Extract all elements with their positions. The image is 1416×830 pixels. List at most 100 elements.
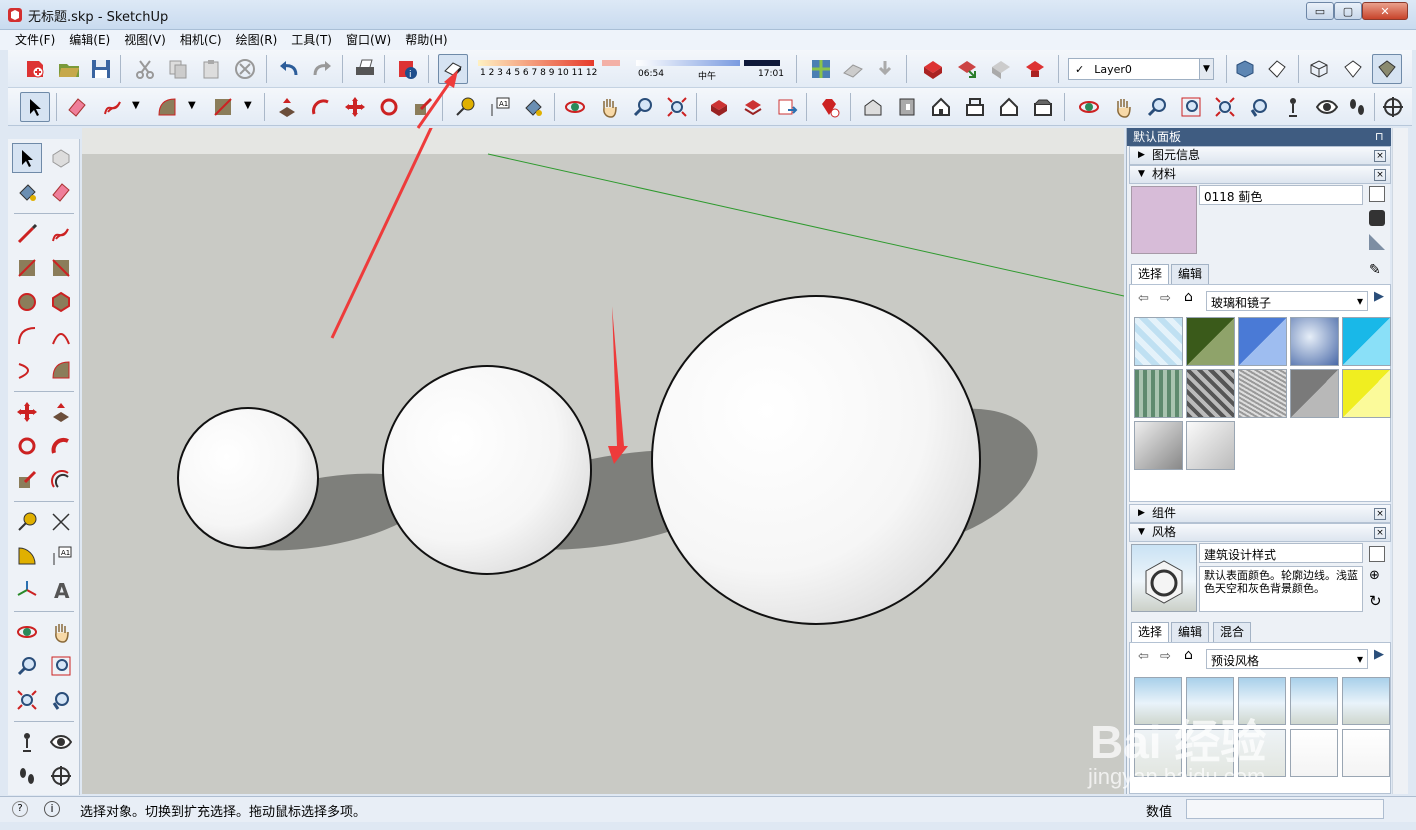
style-thumbnail[interactable] xyxy=(1342,729,1390,777)
style-thumbnail[interactable] xyxy=(1290,677,1338,725)
style-thumbnail[interactable] xyxy=(1342,677,1390,725)
cut-button[interactable] xyxy=(130,54,160,84)
style-thumbnail[interactable] xyxy=(1290,729,1338,777)
top-house-view-button[interactable] xyxy=(960,92,990,122)
top-view-button[interactable] xyxy=(1262,54,1292,84)
pan-tool-button[interactable] xyxy=(594,92,624,122)
menu-edit[interactable]: 编辑(E) xyxy=(62,30,117,50)
details-arrow-icon[interactable]: ▶ xyxy=(1374,289,1384,304)
paste-button[interactable] xyxy=(196,54,226,84)
forward-arrow-icon[interactable]: ⇨ xyxy=(1160,649,1171,664)
back-arrow-icon[interactable]: ⇦ xyxy=(1138,649,1149,664)
tab-styles-select[interactable]: 选择 xyxy=(1131,622,1170,642)
geo-status-icon[interactable]: ? xyxy=(12,801,28,817)
zoom-extents-button[interactable] xyxy=(12,685,42,715)
material-swatch[interactable] xyxy=(1186,369,1235,418)
walk-button[interactable] xyxy=(12,761,42,791)
line-tool-button[interactable] xyxy=(12,219,42,249)
text-tool-button[interactable]: A1 xyxy=(46,541,76,571)
arc-tool-button[interactable] xyxy=(12,321,42,351)
paint-bucket-tool-button[interactable] xyxy=(518,92,548,122)
print-button[interactable] xyxy=(350,54,380,84)
forward-arrow-icon[interactable]: ⇨ xyxy=(1160,291,1171,306)
menu-window[interactable]: 窗口(W) xyxy=(339,30,398,50)
eraser-tool-button[interactable] xyxy=(46,177,76,207)
sphere-small[interactable] xyxy=(177,407,319,549)
geo-location-button[interactable] xyxy=(806,54,836,84)
rotate-tool-button[interactable] xyxy=(374,92,404,122)
section-plane-button[interactable] xyxy=(1378,92,1408,122)
pan-tool-2-button[interactable] xyxy=(1108,92,1138,122)
look-around-button[interactable] xyxy=(46,727,76,757)
add-location-button[interactable] xyxy=(870,54,900,84)
warehouse-models-button[interactable] xyxy=(704,92,734,122)
default-material-icon[interactable] xyxy=(1367,232,1387,252)
rotate-tool-button[interactable] xyxy=(12,431,42,461)
tape-measure-tool-button[interactable] xyxy=(12,507,42,537)
maximize-button[interactable]: ▢ xyxy=(1334,2,1362,20)
model-info-button[interactable]: i xyxy=(392,54,422,84)
position-camera-button[interactable] xyxy=(12,727,42,757)
open-button[interactable] xyxy=(54,54,84,84)
right-view-button[interactable] xyxy=(892,92,922,122)
style-name-field[interactable]: 建筑设计样式 xyxy=(1199,543,1363,563)
arc-tool-button[interactable] xyxy=(152,92,182,122)
new-file-button[interactable] xyxy=(20,54,50,84)
back-arrow-icon[interactable]: ⇦ xyxy=(1138,291,1149,306)
material-swatch[interactable] xyxy=(1134,421,1183,470)
select-tool-button[interactable] xyxy=(12,143,42,173)
menu-view[interactable]: 视图(V) xyxy=(117,30,173,50)
warehouse-get-button[interactable] xyxy=(918,54,948,84)
eraser-tool-button[interactable] xyxy=(62,92,92,122)
offset-tool-button[interactable] xyxy=(46,465,76,495)
refresh-icon[interactable]: ↻ xyxy=(1369,592,1382,610)
materials-tray[interactable]: ▼ 材料 × xyxy=(1129,165,1391,184)
material-library-select[interactable]: 玻璃和镜子 ▾ xyxy=(1206,291,1368,311)
toggle-terrain-button[interactable] xyxy=(838,54,868,84)
previous-view-button[interactable] xyxy=(1244,92,1274,122)
tab-styles-edit[interactable]: 编辑 xyxy=(1171,622,1210,642)
sphere-large[interactable] xyxy=(651,295,981,625)
month-slider[interactable]: 1 2 3 4 5 6 7 8 9 10 11 12 xyxy=(478,58,620,84)
time-slider[interactable]: 06:54 中午 17:01 xyxy=(636,58,784,84)
extension-warehouse-button[interactable] xyxy=(1020,54,1050,84)
warehouse-share-button[interactable] xyxy=(952,54,982,84)
rectangle-dropdown-icon[interactable]: ▼ xyxy=(244,100,252,111)
circle-tool-button[interactable] xyxy=(12,287,42,317)
material-swatch[interactable] xyxy=(1186,421,1235,470)
undo-button[interactable] xyxy=(274,54,304,84)
menu-tools[interactable]: 工具(T) xyxy=(284,30,339,50)
freehand-dropdown-icon[interactable]: ▼ xyxy=(132,100,140,111)
protractor-tool-button[interactable] xyxy=(12,541,42,571)
pan-tool-button[interactable] xyxy=(46,617,76,647)
walk-button[interactable] xyxy=(1342,92,1372,122)
shaded-style-button[interactable] xyxy=(1372,54,1402,84)
sphere-medium[interactable] xyxy=(382,365,592,575)
redo-button[interactable] xyxy=(307,54,337,84)
polygon-tool-button[interactable] xyxy=(46,287,76,317)
freehand-tool-button[interactable] xyxy=(46,219,76,249)
drawing-viewport[interactable] xyxy=(82,128,1124,794)
zoom-extents-button[interactable] xyxy=(662,92,692,122)
zoom-tool-button[interactable] xyxy=(628,92,658,122)
arc-dropdown-icon[interactable]: ▼ xyxy=(188,100,196,111)
left-view-button[interactable] xyxy=(1028,92,1058,122)
hidden-line-button[interactable] xyxy=(1338,54,1368,84)
close-icon[interactable]: × xyxy=(1374,150,1386,162)
material-swatch[interactable] xyxy=(1134,317,1183,366)
previous-view-button[interactable] xyxy=(46,685,76,715)
sample-paint-icon[interactable] xyxy=(1369,210,1385,226)
material-name-field[interactable]: 0118 蓟色 xyxy=(1199,185,1363,205)
move-tool-button[interactable] xyxy=(12,397,42,427)
eyedropper-icon[interactable]: ✎ xyxy=(1369,262,1381,278)
zoom-tool-2-button[interactable] xyxy=(1142,92,1172,122)
rectangle-tool-button[interactable] xyxy=(12,253,42,283)
shadows-toggle-button[interactable] xyxy=(438,54,468,84)
material-swatch[interactable] xyxy=(1186,317,1235,366)
push-pull-tool-button[interactable] xyxy=(46,397,76,427)
material-swatch[interactable] xyxy=(1290,369,1339,418)
close-icon[interactable]: × xyxy=(1374,169,1386,181)
three-point-arc-button[interactable] xyxy=(12,355,42,385)
two-point-arc-button[interactable] xyxy=(46,321,76,351)
pin-icon[interactable]: ⊓ xyxy=(1375,130,1384,143)
